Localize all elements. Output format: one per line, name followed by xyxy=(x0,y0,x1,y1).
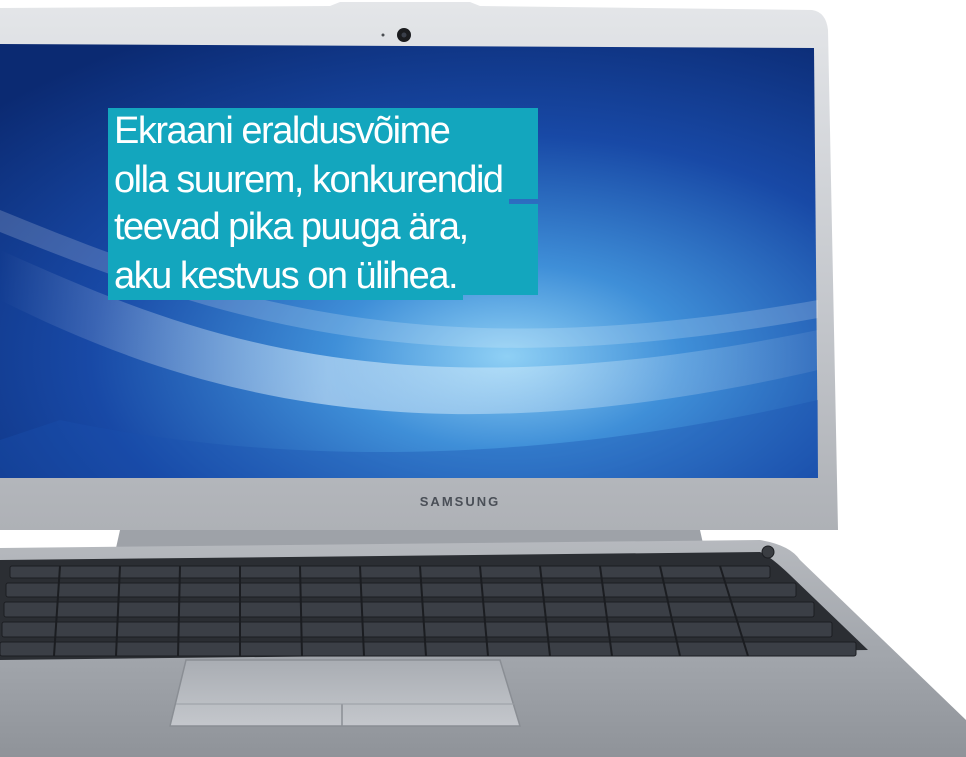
webcam-light xyxy=(381,33,385,37)
power-button-icon xyxy=(761,545,775,559)
image-caption: Ekraani eraldusvõime võiks olla suurem, … xyxy=(108,108,538,300)
caption-line-4: aku kestvus on ülihea. xyxy=(108,253,464,300)
laptop-photo: SAMSUNG Ekraani eraldusvõime võiks olla … xyxy=(0,0,966,757)
caption-line-2: olla suurem, konkurendid xyxy=(108,157,509,204)
brand-logo: SAMSUNG xyxy=(419,494,501,509)
touchpad xyxy=(169,659,522,727)
